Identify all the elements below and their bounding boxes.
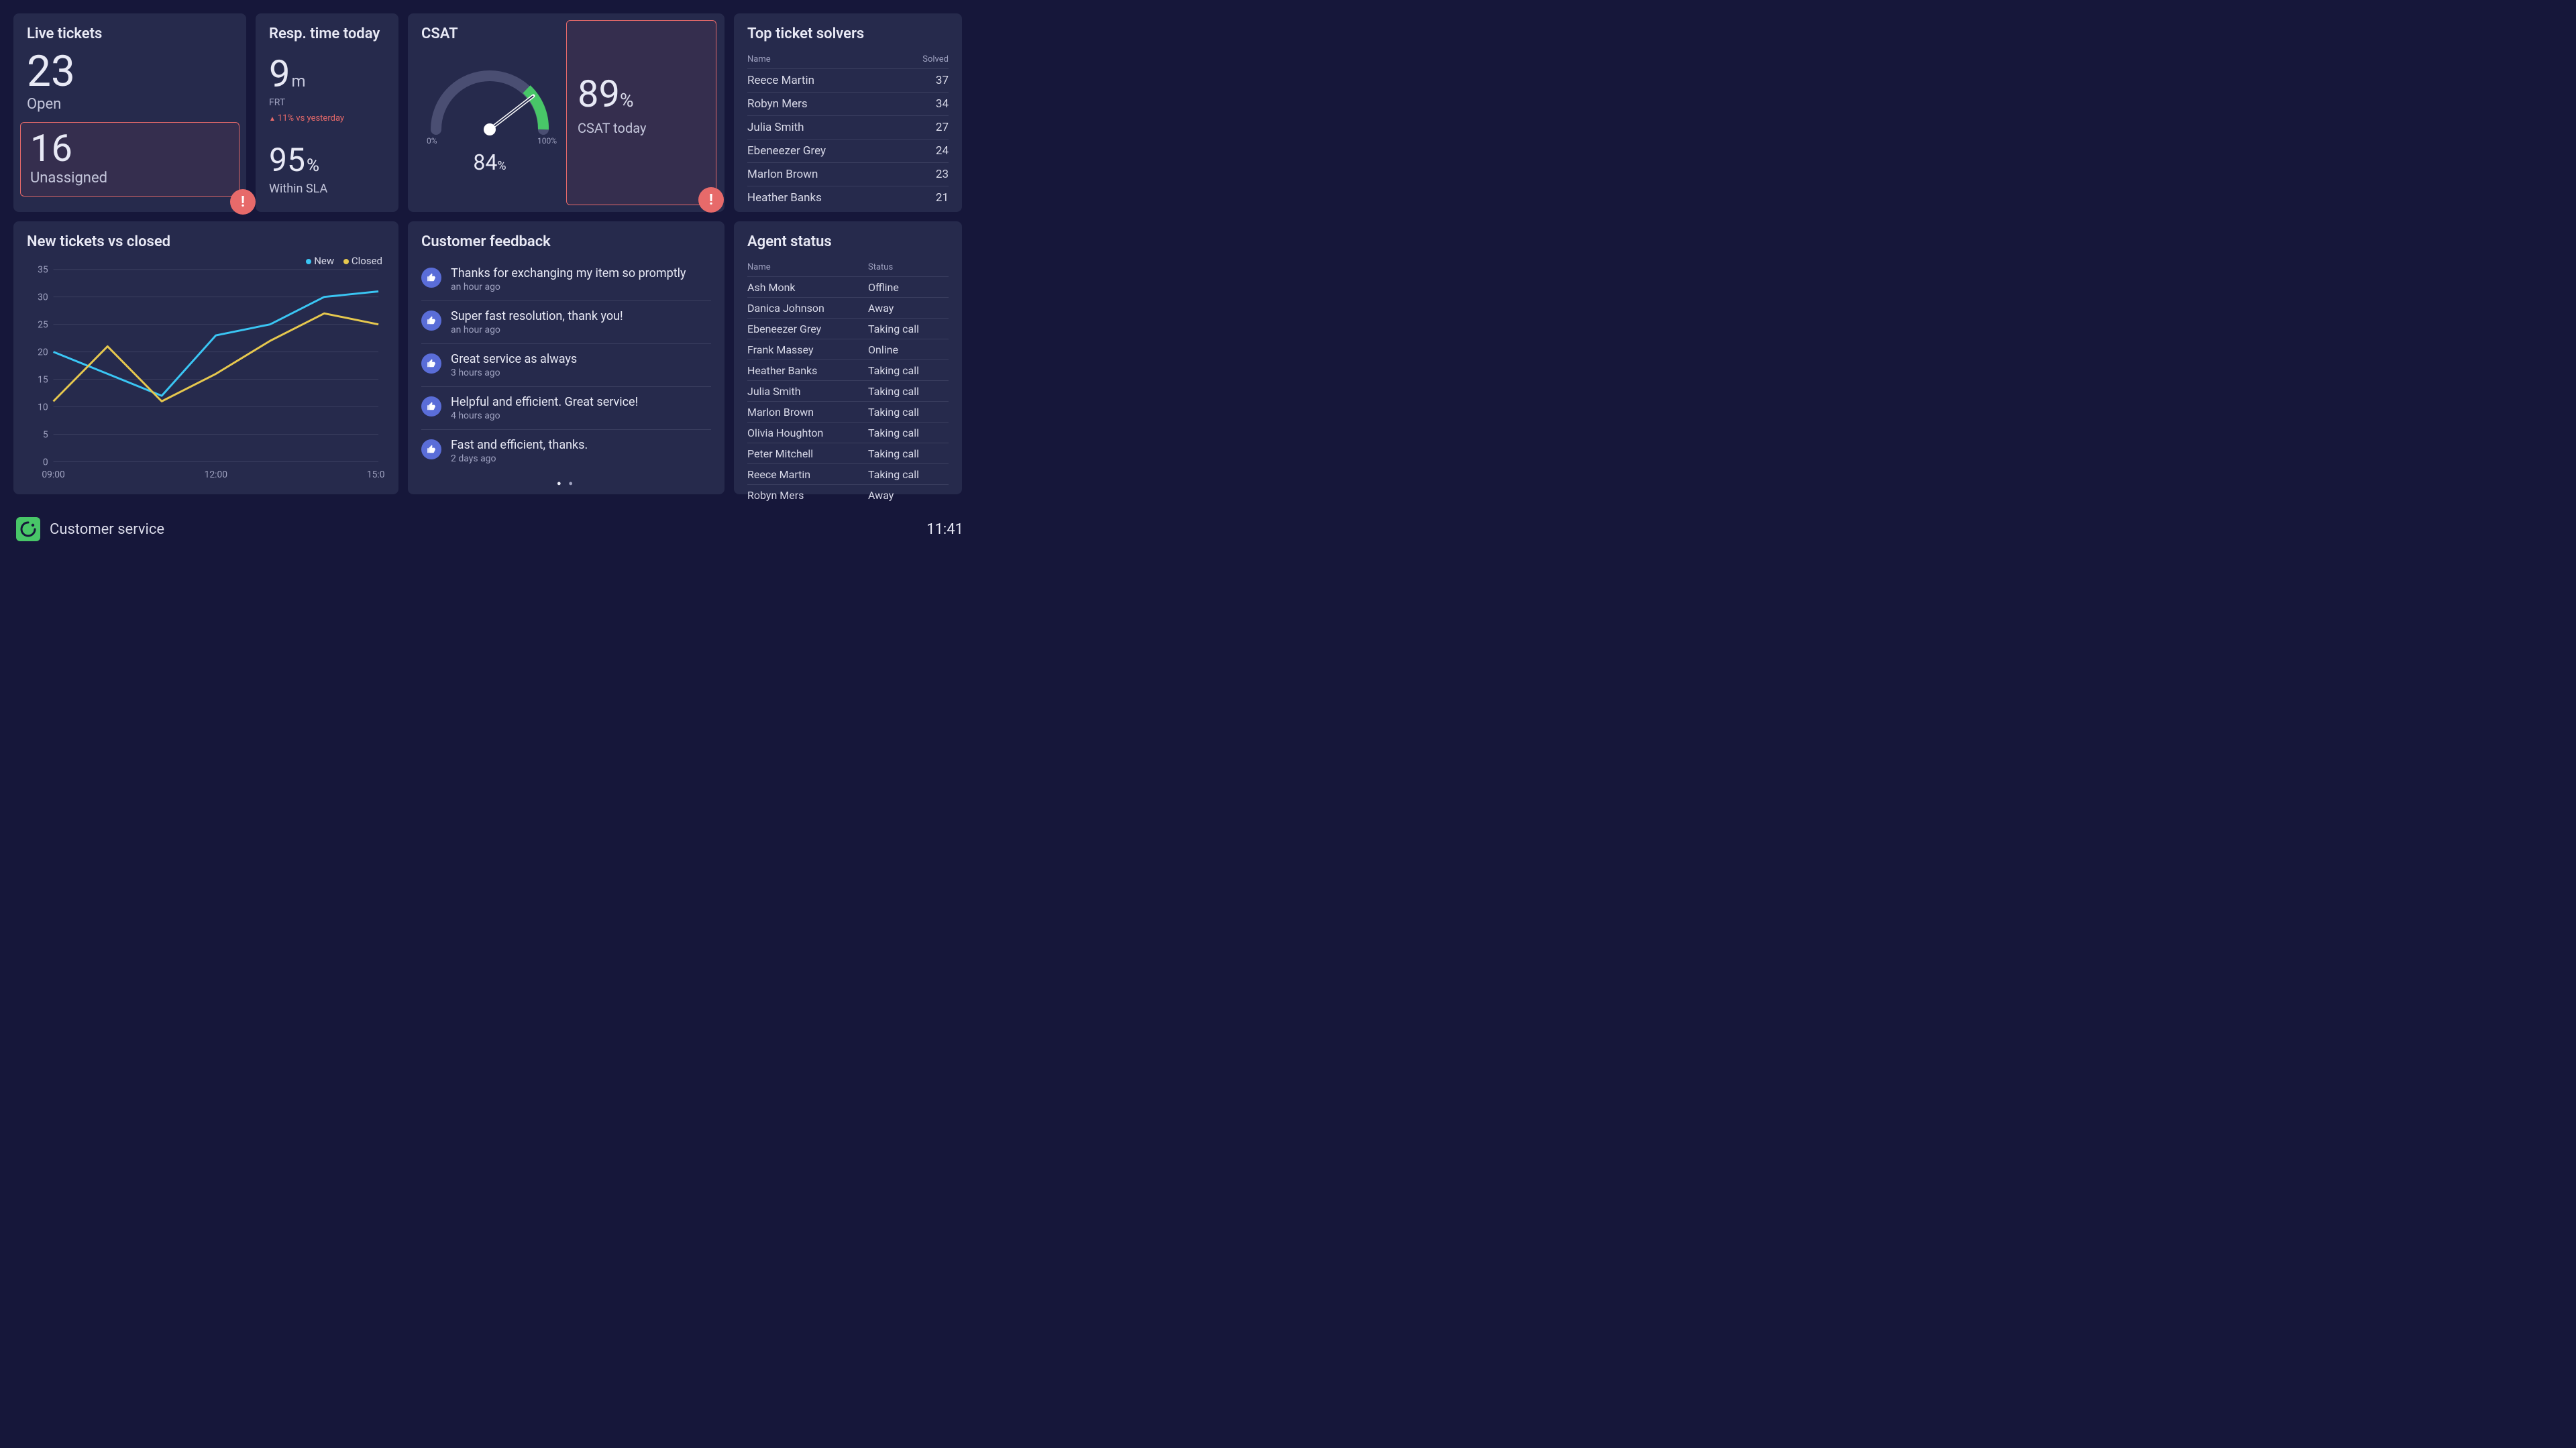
dashboard-title: Customer service (50, 521, 164, 538)
frt-value: 9 (269, 52, 290, 96)
logo-icon (16, 517, 40, 541)
agent-row: Heather BanksTaking call (747, 360, 949, 381)
feedback-pager[interactable]: ● ● (421, 479, 711, 488)
feedback-item: Thanks for exchanging my item so promptl… (421, 258, 711, 301)
footer-bar: Customer service 11:41 (0, 510, 979, 551)
up-arrow-icon: ▲ (269, 115, 276, 123)
agent-row: Ebeneezer GreyTaking call (747, 319, 949, 339)
agent-row: Peter MitchellTaking call (747, 443, 949, 464)
sla-value: 95 (269, 141, 305, 179)
agent-row: Reece MartinTaking call (747, 464, 949, 485)
gauge-min: 0% (427, 136, 437, 146)
agent-row: Robyn MersAway (747, 485, 949, 505)
table-row: Ebeneezer Grey24 (747, 140, 949, 163)
feedback-card: Customer feedback Thanks for exchanging … (408, 221, 724, 494)
feedback-item: Helpful and efficient. Great service!4 h… (421, 387, 711, 430)
table-row: Heather Banks21 (747, 186, 949, 209)
sla-pct: % (307, 156, 319, 176)
col-solved: Solved (922, 54, 949, 64)
response-time-title: Resp. time today (269, 25, 385, 42)
thumbs-up-icon (421, 396, 441, 416)
live-tickets-card: Live tickets 23 Open 16 Unassigned ! (13, 13, 246, 212)
feedback-item: Super fast resolution, thank you!an hour… (421, 301, 711, 344)
thumbs-up-icon (421, 311, 441, 331)
agent-row: Marlon BrownTaking call (747, 402, 949, 423)
svg-text:12:00: 12:00 (205, 469, 227, 480)
svg-text:5: 5 (43, 429, 48, 440)
open-tickets-block: 23 Open (27, 50, 233, 113)
thumbs-up-icon (421, 268, 441, 288)
svg-text:15:00: 15:00 (367, 469, 385, 480)
thumbs-up-icon (421, 439, 441, 459)
open-tickets-value: 23 (27, 50, 233, 93)
alert-icon: ! (230, 189, 256, 215)
csat-today-label: CSAT today (578, 120, 705, 136)
unassigned-alert-box: 16 Unassigned (20, 122, 239, 197)
agent-row: Danica JohnsonAway (747, 298, 949, 319)
frt-label: FRT (269, 97, 385, 108)
table-row: Reece Martin37 (747, 69, 949, 93)
tickets-chart-card: New tickets vs closed New Closed 0 5 10 15 2… (13, 221, 398, 494)
feedback-title: Customer feedback (421, 233, 711, 250)
clock: 11:41 (926, 521, 963, 538)
line-chart: 0 5 10 15 20 25 30 35 09:00 12:00 15:00 (27, 258, 385, 486)
col-agent-status: Status (868, 262, 949, 272)
gauge-value: 84% (421, 150, 558, 175)
frt-unit: m (291, 72, 305, 91)
svg-text:15: 15 (38, 375, 48, 386)
svg-text:09:00: 09:00 (42, 469, 64, 480)
svg-text:30: 30 (38, 292, 48, 303)
csat-card: CSAT 0% 100% 84% 89% CSAT today (408, 13, 724, 212)
unassigned-value: 16 (30, 129, 229, 167)
open-tickets-label: Open (27, 96, 233, 113)
csat-today-value: 89 (578, 72, 620, 116)
sla-label: Within SLA (269, 182, 385, 196)
agent-row: Olivia HoughtonTaking call (747, 423, 949, 443)
svg-text:25: 25 (38, 320, 48, 331)
csat-today-alert: 89% CSAT today ! (566, 20, 716, 205)
col-name: Name (747, 54, 771, 64)
col-agent-name: Name (747, 262, 868, 272)
alert-icon: ! (698, 187, 724, 213)
thumbs-up-icon (421, 353, 441, 374)
agent-row: Frank MasseyOnline (747, 339, 949, 360)
feedback-item: Fast and efficient, thanks.2 days ago (421, 430, 711, 472)
tickets-chart-title: New tickets vs closed (27, 233, 385, 250)
chart-legend: New Closed (299, 255, 382, 267)
agent-status-card: Agent status Name Status Ash MonkOffline… (734, 221, 962, 494)
top-solvers-card: Top ticket solvers Name Solved Reece Mar… (734, 13, 962, 212)
svg-text:10: 10 (38, 402, 48, 413)
feedback-item: Great service as always3 hours ago (421, 344, 711, 387)
csat-gauge: 0% 100% (423, 62, 557, 150)
frt-delta: ▲11% vs yesterday (269, 113, 385, 123)
svg-text:35: 35 (38, 265, 48, 276)
svg-text:20: 20 (38, 347, 48, 358)
agent-row: Julia SmithTaking call (747, 381, 949, 402)
agent-status-title: Agent status (747, 233, 949, 250)
table-row: Julia Smith27 (747, 116, 949, 140)
live-tickets-title: Live tickets (27, 25, 233, 42)
unassigned-label: Unassigned (30, 170, 229, 186)
top-solvers-title: Top ticket solvers (747, 25, 949, 42)
csat-title: CSAT (421, 25, 558, 42)
gauge-max: 100% (537, 136, 557, 146)
svg-text:0: 0 (43, 457, 48, 467)
table-row: Marlon Brown23 (747, 163, 949, 186)
response-time-card: Resp. time today 9m FRT ▲11% vs yesterda… (256, 13, 398, 212)
table-row: Robyn Mers34 (747, 93, 949, 116)
agent-row: Ash MonkOffline (747, 277, 949, 298)
